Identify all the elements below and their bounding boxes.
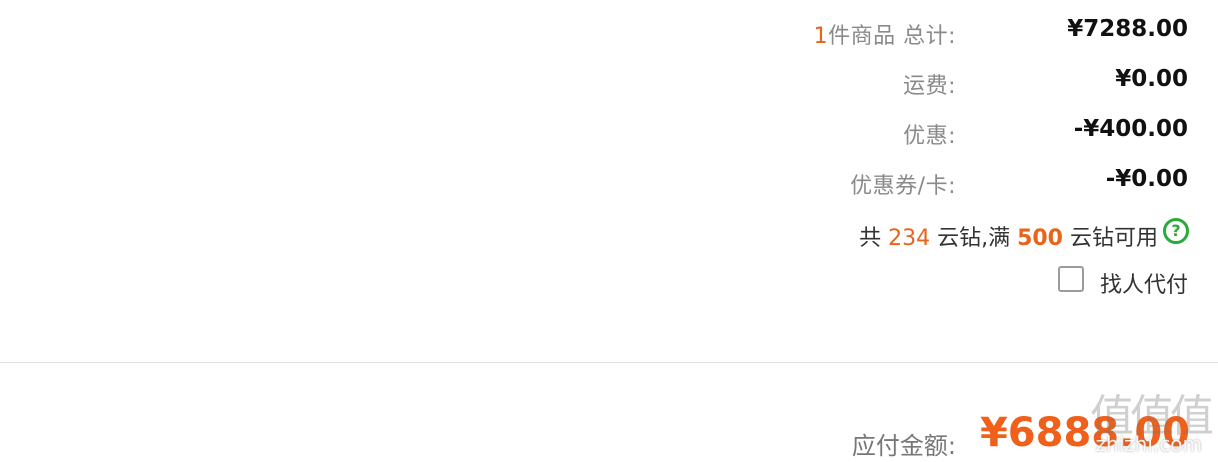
discount-value: -¥400.00 <box>1073 116 1188 142</box>
coupon-row: 优惠券/卡: -¥0.00 <box>0 162 1218 202</box>
discount-row: 优惠: -¥400.00 <box>0 112 1218 152</box>
divider <box>0 362 1218 363</box>
cloud-diamond-middle: 云钻,满 <box>930 226 1018 251</box>
help-icon[interactable]: ? <box>1163 218 1189 244</box>
items-total-row: 1件商品 总计: ¥7288.00 <box>0 12 1218 52</box>
amount-due-row: 应付金额: ¥6888.00 <box>0 408 1218 462</box>
cloud-diamond-row: 共 234 云钻,满 500 云钻可用 ? <box>0 214 1218 254</box>
cloud-diamond-threshold: 500 <box>1017 226 1063 251</box>
cloud-diamond-count: 234 <box>888 226 931 251</box>
items-total-value: ¥7288.00 <box>1067 16 1188 42</box>
shipping-row: 运费: ¥0.00 <box>0 62 1218 102</box>
cloud-diamond-suffix: 云钻可用 <box>1063 226 1158 251</box>
pay-for-me-checkbox[interactable] <box>1058 266 1084 292</box>
coupon-value: -¥0.00 <box>1105 166 1188 192</box>
pay-for-me-label[interactable]: 找人代付 <box>1100 267 1188 299</box>
items-total-label: 1件商品 总计: <box>814 18 956 50</box>
pay-for-me-row[interactable]: 找人代付 <box>0 262 1218 302</box>
amount-due-label: 应付金额: <box>851 432 956 460</box>
cloud-diamond-text: 共 234 云钻,满 500 云钻可用 <box>859 220 1158 252</box>
items-total-label-text: 件商品 总计: <box>828 24 956 49</box>
amount-due-value: ¥6888.00 <box>979 410 1190 456</box>
shipping-label: 运费: <box>903 74 956 99</box>
discount-label: 优惠: <box>903 124 956 149</box>
coupon-label: 优惠券/卡: <box>850 174 956 199</box>
shipping-value: ¥0.00 <box>1115 66 1188 92</box>
cloud-diamond-prefix: 共 <box>859 226 889 251</box>
item-count: 1 <box>813 24 829 49</box>
order-summary-page: 1件商品 总计: ¥7288.00 运费: ¥0.00 优惠: -¥400.00… <box>0 0 1218 462</box>
